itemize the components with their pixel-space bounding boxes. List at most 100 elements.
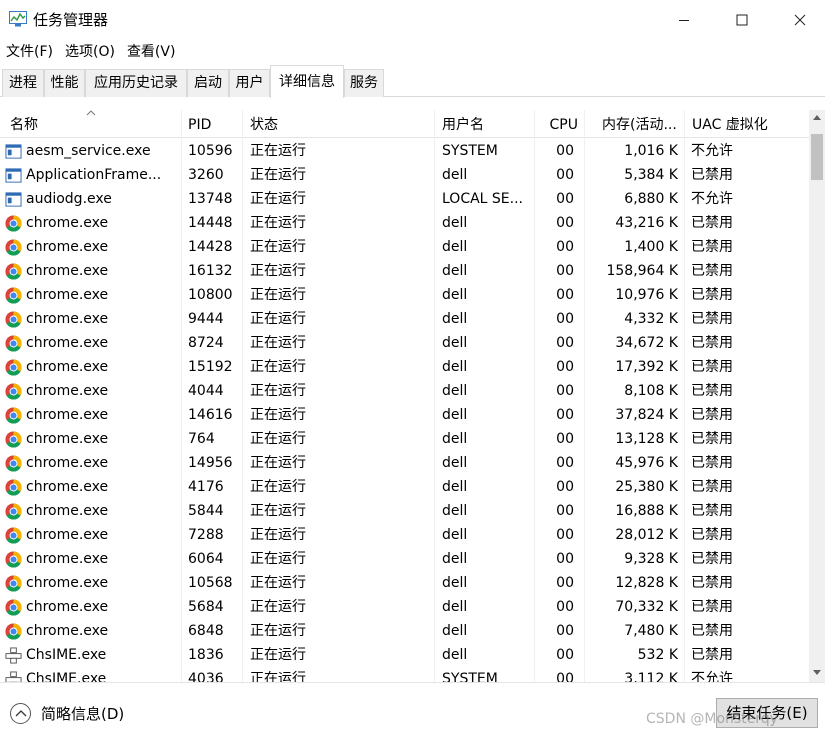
process-cpu: 00	[556, 359, 574, 375]
tab-details[interactable]: 详细信息	[270, 65, 344, 98]
table-row[interactable]: chrome.exe 9444 正在运行 dell 00 4,332 K 已禁用	[0, 307, 809, 331]
table-row[interactable]: chrome.exe 4176 正在运行 dell 00 25,380 K 已禁用	[0, 475, 809, 499]
column-header-cpu[interactable]: CPU	[534, 110, 584, 138]
table-row[interactable]: chrome.exe 8724 正在运行 dell 00 34,672 K 已禁用	[0, 331, 809, 355]
tab-processes[interactable]: 进程	[2, 69, 44, 97]
footer-bar: 简略信息(D) 结束任务(E) CSDN @Monsterqy	[0, 682, 825, 740]
process-name: chrome.exe	[26, 311, 109, 327]
tab-performance[interactable]: 性能	[44, 69, 85, 97]
menu-view[interactable]: 查看(V)	[121, 40, 182, 64]
process-uac: 已禁用	[691, 311, 733, 327]
process-user: dell	[442, 215, 468, 231]
table-row[interactable]: chrome.exe 14448 正在运行 dell 00 43,216 K 已禁用	[0, 211, 809, 235]
table-row[interactable]: chrome.exe 4044 正在运行 dell 00 8,108 K 已禁用	[0, 379, 809, 403]
process-cpu: 00	[556, 455, 574, 471]
process-status: 正在运行	[250, 239, 306, 255]
tab-bar: 进程 性能 应用历史记录 启动 用户 详细信息 服务	[0, 65, 825, 98]
process-name: chrome.exe	[26, 239, 109, 255]
table-row[interactable]: ApplicationFrame... 3260 正在运行 dell 00 5,384 K…	[0, 163, 809, 187]
process-uac: 不允许	[691, 143, 733, 159]
process-name: chrome.exe	[26, 575, 109, 591]
process-status: 正在运行	[250, 575, 306, 591]
process-name: chrome.exe	[26, 455, 109, 471]
menu-bar: 文件(F) 选项(O) 查看(V)	[0, 40, 825, 64]
process-user: dell	[442, 383, 468, 399]
process-pid: 14428	[188, 239, 233, 255]
process-memory: 5,384 K	[624, 167, 678, 183]
tab-users[interactable]: 用户	[229, 69, 270, 97]
process-status: 正在运行	[250, 455, 306, 471]
tab-services[interactable]: 服务	[344, 69, 384, 97]
tab-app-history[interactable]: 应用历史记录	[85, 69, 187, 97]
table-row[interactable]: ChsIME.exe 4036 正在运行 SYSTEM 00 3,112 K 不允许	[0, 667, 809, 682]
table-row[interactable]: chrome.exe 16132 正在运行 dell 00 158,964 K 已禁用	[0, 259, 809, 283]
table-row[interactable]: chrome.exe 14428 正在运行 dell 00 1,400 K 已禁用	[0, 235, 809, 259]
minimize-button[interactable]	[655, 0, 713, 40]
column-header-pid[interactable]: PID	[181, 110, 242, 138]
process-name: chrome.exe	[26, 287, 109, 303]
process-name: chrome.exe	[26, 335, 109, 351]
close-button[interactable]	[771, 0, 825, 40]
maximize-button[interactable]	[713, 0, 771, 40]
tab-startup[interactable]: 启动	[187, 69, 229, 97]
process-user: dell	[442, 575, 468, 591]
process-uac: 不允许	[691, 671, 733, 682]
column-header-memory[interactable]: 内存(活动...	[584, 110, 684, 138]
column-header-user[interactable]: 用户名	[434, 110, 534, 138]
table-row[interactable]: chrome.exe 5684 正在运行 dell 00 70,332 K 已禁用	[0, 595, 809, 619]
process-uac: 已禁用	[691, 623, 733, 639]
process-pid: 7288	[188, 527, 224, 543]
chrome-icon	[5, 623, 22, 640]
table-row[interactable]: chrome.exe 7288 正在运行 dell 00 28,012 K 已禁用	[0, 523, 809, 547]
process-name: chrome.exe	[26, 407, 109, 423]
chrome-icon	[5, 311, 22, 328]
process-status: 正在运行	[250, 335, 306, 351]
process-memory: 3,112 K	[624, 671, 678, 682]
process-memory: 1,400 K	[624, 239, 678, 255]
process-user: dell	[442, 407, 468, 423]
menu-file[interactable]: 文件(F)	[0, 40, 59, 64]
chrome-icon	[5, 503, 22, 520]
process-cpu: 00	[556, 527, 574, 543]
process-memory: 158,964 K	[606, 263, 678, 279]
process-pid: 6848	[188, 623, 224, 639]
column-header-status[interactable]: 状态	[242, 110, 434, 138]
scroll-up-arrow-icon[interactable]	[809, 110, 825, 127]
scroll-down-arrow-icon[interactable]	[809, 665, 825, 682]
process-user: dell	[442, 599, 468, 615]
scrollbar-thumb[interactable]	[811, 134, 823, 180]
process-status: 正在运行	[250, 599, 306, 615]
table-row[interactable]: chrome.exe 764 正在运行 dell 00 13,128 K 已禁用	[0, 427, 809, 451]
table-row[interactable]: chrome.exe 5844 正在运行 dell 00 16,888 K 已禁用	[0, 499, 809, 523]
table-row[interactable]: ChsIME.exe 1836 正在运行 dell 00 532 K 已禁用	[0, 643, 809, 667]
process-uac: 已禁用	[691, 335, 733, 351]
table-row[interactable]: chrome.exe 14616 正在运行 dell 00 37,824 K 已禁用	[0, 403, 809, 427]
table-row[interactable]: chrome.exe 14956 正在运行 dell 00 45,976 K 已禁用	[0, 451, 809, 475]
menu-options[interactable]: 选项(O)	[59, 40, 121, 64]
process-memory: 17,392 K	[615, 359, 678, 375]
sort-ascending-icon	[86, 110, 96, 116]
process-pid: 16132	[188, 263, 233, 279]
table-row[interactable]: audiodg.exe 13748 正在运行 LOCAL SE... 00 6,880 K…	[0, 187, 809, 211]
process-user: dell	[442, 359, 468, 375]
process-user: dell	[442, 167, 468, 183]
vertical-scrollbar[interactable]	[809, 110, 825, 682]
brief-info-link[interactable]: 简略信息(D)	[41, 703, 124, 725]
process-pid: 4176	[188, 479, 224, 495]
table-row[interactable]: chrome.exe 15192 正在运行 dell 00 17,392 K 已禁用	[0, 355, 809, 379]
table-row[interactable]: chrome.exe 6848 正在运行 dell 00 7,480 K 已禁用	[0, 619, 809, 643]
process-uac: 已禁用	[691, 551, 733, 567]
table-row[interactable]: chrome.exe 10800 正在运行 dell 00 10,976 K 已禁用	[0, 283, 809, 307]
process-pid: 5684	[188, 599, 224, 615]
collapse-chevron-icon[interactable]	[10, 703, 31, 724]
table-row[interactable]: aesm_service.exe 10596 正在运行 SYSTEM 00 1,016 K…	[0, 139, 809, 163]
table-header: 名称 PID 状态 用户名 CPU 内存(活动... UAC 虚拟化	[0, 110, 809, 138]
table-row[interactable]: chrome.exe 6064 正在运行 dell 00 9,328 K 已禁用	[0, 547, 809, 571]
process-user: dell	[442, 623, 468, 639]
chrome-icon	[5, 215, 22, 232]
table-row[interactable]: chrome.exe 10568 正在运行 dell 00 12,828 K 已禁用	[0, 571, 809, 595]
process-memory: 6,880 K	[624, 191, 678, 207]
process-cpu: 00	[556, 239, 574, 255]
column-header-uac[interactable]: UAC 虚拟化	[684, 110, 809, 138]
process-status: 正在运行	[250, 551, 306, 567]
